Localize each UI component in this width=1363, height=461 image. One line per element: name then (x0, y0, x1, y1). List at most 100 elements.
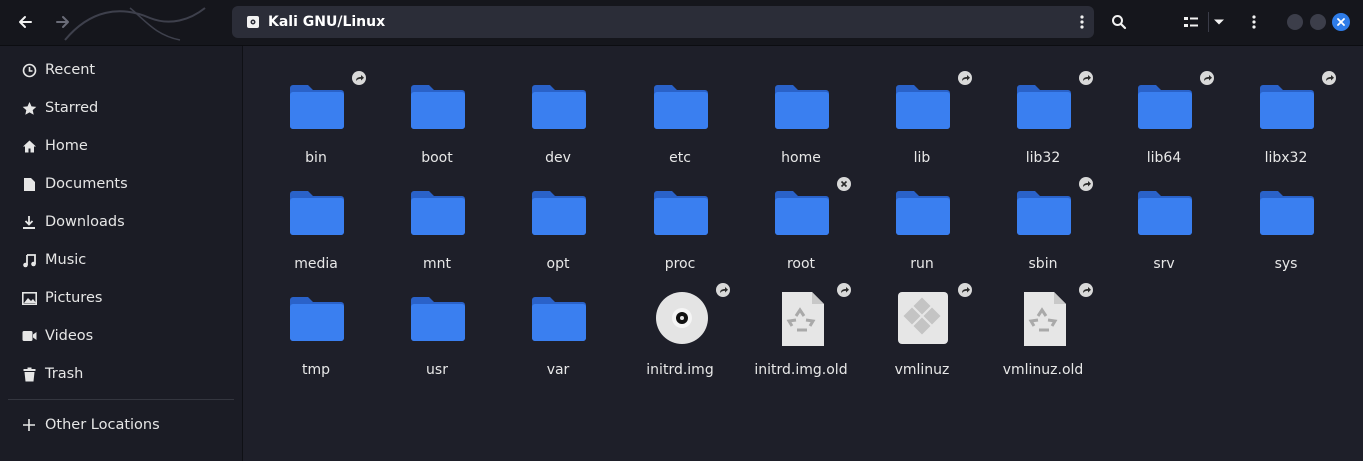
list-view-icon (1184, 17, 1198, 27)
disc-file-icon (652, 292, 710, 344)
folder-icon (409, 292, 467, 344)
picture-icon (21, 290, 37, 306)
file-item-lib32[interactable]: lib32 (988, 54, 1098, 166)
sidebar-item-trash[interactable]: Trash (0, 355, 242, 393)
file-item-var[interactable]: var (503, 266, 613, 378)
sidebar-item-label: Home (45, 138, 88, 154)
forward-button[interactable] (47, 7, 79, 37)
file-item-vmlinuz-old[interactable]: vmlinuz.old (988, 266, 1098, 378)
video-icon (21, 328, 37, 344)
recycle-file-icon (1015, 292, 1073, 346)
symlink-emblem-icon (716, 283, 730, 297)
sidebar-item-videos[interactable]: Videos (0, 317, 242, 355)
folder-icon (288, 292, 346, 344)
sidebar-item-recent[interactable]: Recent (0, 51, 242, 89)
file-item-etc[interactable]: etc (625, 54, 735, 166)
search-button[interactable] (1103, 7, 1135, 37)
folder-icon (652, 80, 710, 132)
file-name-label: sys (1274, 256, 1298, 272)
location-bar[interactable]: Kali GNU/Linux (232, 6, 1094, 38)
arrow-left-icon (19, 16, 32, 28)
folder-icon (530, 80, 588, 132)
symlink-emblem-icon (1322, 71, 1336, 85)
file-item-initrd-img-old[interactable]: initrd.img.old (746, 266, 856, 378)
close-icon (1337, 18, 1345, 26)
location-label[interactable]: Kali GNU/Linux (268, 14, 385, 30)
symlink-emblem-icon (1079, 177, 1093, 191)
sidebar-item-documents[interactable]: Documents (0, 165, 242, 203)
header-bar: Kali GNU/Linux (0, 0, 1363, 46)
file-item-boot[interactable]: boot (382, 54, 492, 166)
sidebar-item-starred[interactable]: Starred (0, 89, 242, 127)
folder-icon (1015, 186, 1073, 238)
plus-icon (21, 417, 37, 433)
folder-icon (1136, 80, 1194, 132)
document-icon (21, 176, 37, 192)
folder-icon (288, 80, 346, 132)
search-icon (1112, 15, 1127, 30)
file-item-root[interactable]: root (746, 160, 856, 272)
folder-icon (409, 186, 467, 238)
symlink-emblem-icon (1079, 283, 1093, 297)
view-options-button[interactable] (1203, 7, 1235, 37)
file-item-opt[interactable]: opt (503, 160, 613, 272)
file-item-media[interactable]: media (261, 160, 371, 272)
folder-icon (1258, 186, 1316, 238)
folder-icon (773, 186, 831, 238)
sidebar: Recent Starred Home Documents Downloads … (0, 46, 243, 461)
file-item-vmlinuz[interactable]: vmlinuz (867, 266, 977, 378)
sidebar-item-home[interactable]: Home (0, 127, 242, 165)
main-menu-button[interactable] (1238, 7, 1270, 37)
sidebar-item-downloads[interactable]: Downloads (0, 203, 242, 241)
folder-icon (409, 80, 467, 132)
file-item-initrd-img[interactable]: initrd.img (625, 266, 735, 378)
sidebar-item-label: Downloads (45, 214, 125, 230)
file-item-usr[interactable]: usr (382, 266, 492, 378)
sidebar-item-label: Videos (45, 328, 94, 344)
folder-icon (530, 292, 588, 344)
home-icon (21, 138, 37, 154)
sidebar-item-label: Documents (45, 176, 128, 192)
maximize-button[interactable] (1310, 14, 1326, 30)
file-item-run[interactable]: run (867, 160, 977, 272)
arrow-right-icon (56, 16, 69, 28)
folder-icon (894, 186, 952, 238)
file-item-lib64[interactable]: lib64 (1109, 54, 1219, 166)
file-item-lib[interactable]: lib (867, 54, 977, 166)
back-button[interactable] (9, 7, 41, 37)
file-name-label: vmlinuz (894, 362, 950, 378)
file-item-bin[interactable]: bin (261, 54, 371, 166)
folder-icon (288, 186, 346, 238)
folder-icon (1015, 80, 1073, 132)
file-item-srv[interactable]: srv (1109, 160, 1219, 272)
sidebar-item-label: Trash (45, 366, 84, 382)
kali-dragon-watermark (64, 7, 206, 41)
sidebar-item-label: Music (45, 252, 87, 268)
sidebar-item-other-locations[interactable]: Other Locations (0, 406, 242, 444)
trash-icon (21, 366, 37, 382)
sidebar-item-pictures[interactable]: Pictures (0, 279, 242, 317)
file-name-label: srv (1153, 256, 1175, 272)
symlink-emblem-icon (352, 71, 366, 85)
minimize-button[interactable] (1287, 14, 1303, 30)
close-button[interactable] (1332, 13, 1350, 31)
file-item-libx32[interactable]: libx32 (1231, 54, 1341, 166)
file-item-sys[interactable]: sys (1231, 160, 1341, 272)
location-menu-icon[interactable] (1080, 14, 1084, 30)
file-item-mnt[interactable]: mnt (382, 160, 492, 272)
file-item-home[interactable]: home (746, 54, 856, 166)
symlink-emblem-icon (1079, 71, 1093, 85)
sidebar-item-label: Recent (45, 62, 96, 78)
file-item-tmp[interactable]: tmp (261, 266, 371, 378)
file-item-sbin[interactable]: sbin (988, 160, 1098, 272)
folder-icon (894, 80, 952, 132)
folder-icon (1258, 80, 1316, 132)
file-name-label: vmlinuz.old (1002, 362, 1084, 378)
file-name-label: usr (426, 362, 448, 378)
sidebar-item-label: Pictures (45, 290, 103, 306)
file-item-proc[interactable]: proc (625, 160, 735, 272)
sidebar-item-music[interactable]: Music (0, 241, 242, 279)
sidebar-item-label: Starred (45, 100, 99, 116)
star-icon (21, 100, 37, 116)
file-item-dev[interactable]: dev (503, 54, 613, 166)
